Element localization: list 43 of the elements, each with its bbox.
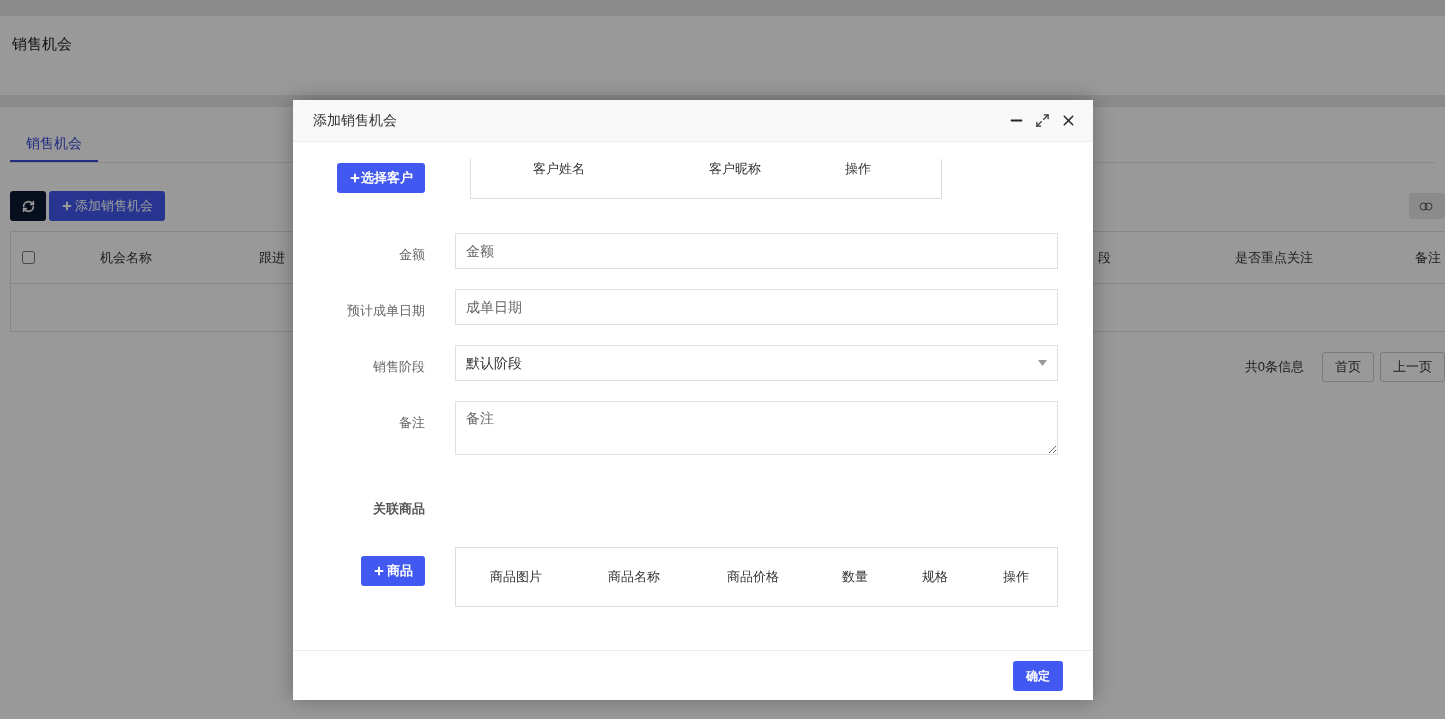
confirm-button[interactable]: 确定	[1013, 660, 1063, 691]
column-header: 备注	[1415, 249, 1441, 265]
column-header: 跟进	[259, 249, 285, 265]
columns-toggle-button[interactable]	[1409, 193, 1445, 219]
plus-icon	[349, 172, 361, 184]
column-header: 机会名称	[100, 249, 152, 265]
column-header: 是否重点关注	[1235, 249, 1313, 265]
column-header: 规格	[921, 568, 950, 587]
refresh-button[interactable]	[10, 191, 46, 221]
refresh-icon	[21, 199, 35, 213]
field-label: 金额	[399, 247, 425, 262]
select-customer-button[interactable]: 选择客户	[337, 163, 425, 193]
add-product-button[interactable]: 商品	[361, 556, 425, 586]
column-header: 操作	[845, 161, 871, 176]
tab[interactable]: 销售机会	[10, 126, 98, 162]
column-header: 商品图片	[488, 568, 543, 587]
text-field[interactable]: 金额	[455, 233, 1058, 269]
page-title: 销售机会	[12, 34, 73, 54]
pagination-button[interactable]: 首页	[1322, 352, 1374, 382]
dialog-title: 添加销售机会	[313, 111, 397, 130]
columns-icon	[1419, 201, 1433, 211]
plus-icon	[61, 200, 73, 212]
select-field[interactable]: 默认阶段	[455, 345, 1058, 381]
caret-icon	[1038, 360, 1047, 366]
maximize-icon[interactable]	[1035, 113, 1050, 128]
column-header: 客户昵称	[709, 161, 761, 176]
column-header: 段	[1098, 249, 1111, 265]
column-header: 商品价格	[726, 568, 780, 587]
record-count: 共0条信息	[1244, 358, 1304, 377]
column-header: 操作	[1001, 568, 1030, 587]
pagination-button[interactable]: 上一页	[1380, 352, 1445, 382]
field-label: 备注	[399, 415, 425, 430]
plus-icon	[373, 565, 385, 577]
text-field[interactable]: 成单日期	[455, 289, 1058, 325]
select-all-checkbox[interactable]	[22, 251, 35, 264]
textarea-field[interactable]: 备注	[455, 401, 1058, 455]
field-label: 销售阶段	[373, 359, 425, 374]
add-opportunity-button[interactable]: 添加销售机会	[49, 191, 165, 221]
column-header: 客户姓名	[533, 161, 585, 176]
section-label: 关联商品	[373, 501, 425, 516]
field-label: 预计成单日期	[347, 303, 425, 318]
column-header: 数量	[840, 568, 869, 587]
column-header: 商品名称	[607, 568, 662, 587]
